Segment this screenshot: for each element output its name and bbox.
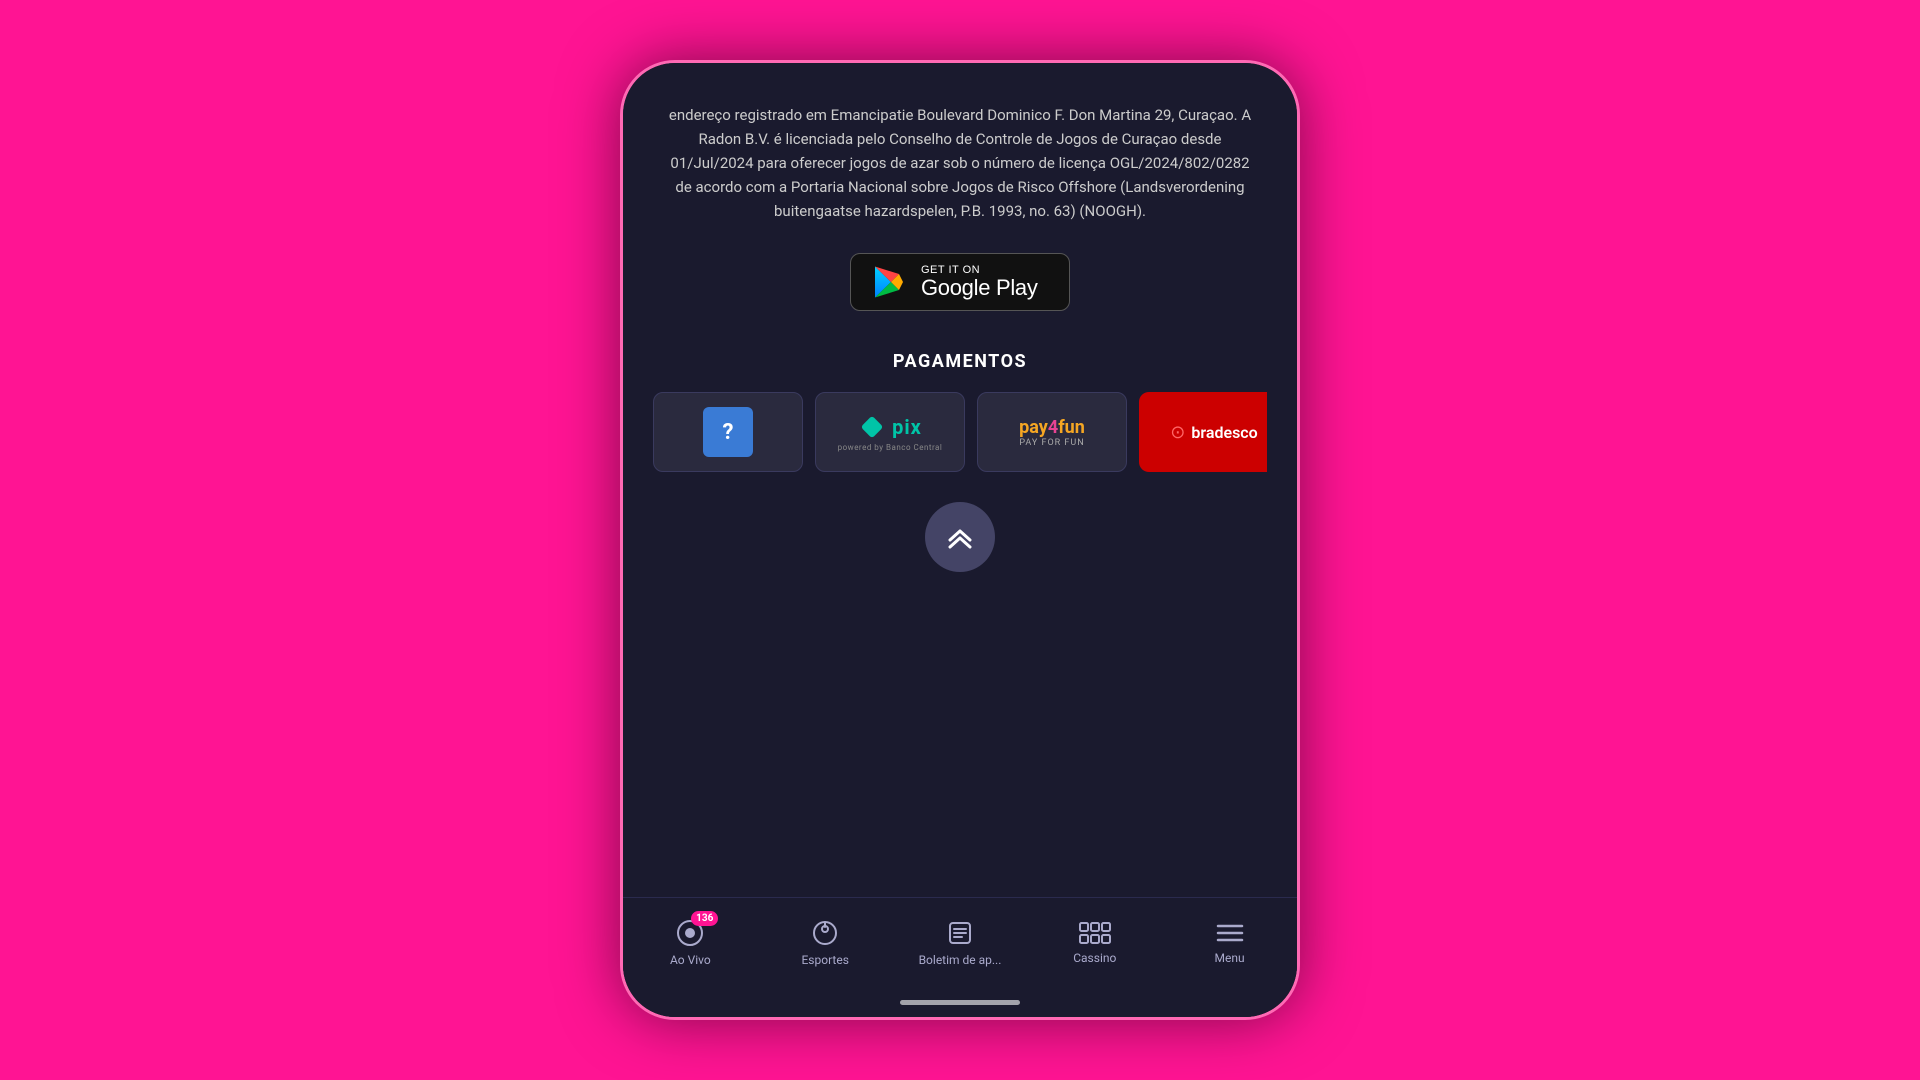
chevron-up-icon	[945, 524, 975, 550]
pix-subtitle: powered by Banco Central	[838, 443, 943, 452]
nav-item-boletim[interactable]: Boletim de ap...	[893, 919, 1028, 967]
play-text-block: GET IT ON Google Play	[921, 264, 1038, 300]
payment-card-unknown: ?	[653, 392, 803, 472]
payments-section: PAGAMENTOS ? pix p	[653, 351, 1267, 472]
pix-logo: pix powered by Banco Central	[838, 413, 943, 452]
nav-label-boletim: Boletim de ap...	[919, 953, 1002, 967]
nav-icon-wrapper-menu	[1216, 921, 1244, 945]
bradesco-icon: ⊙	[1170, 422, 1185, 443]
esportes-icon	[811, 919, 839, 947]
nav-item-ao-vivo[interactable]: 136 Ao Vivo	[623, 919, 758, 967]
google-play-icon	[871, 264, 907, 300]
cassino-icon	[1079, 921, 1111, 945]
payment-card-bradesco: ⊙ bradesco	[1139, 392, 1267, 472]
nav-label-ao-vivo: Ao Vivo	[670, 953, 711, 967]
nav-item-esportes[interactable]: Esportes	[758, 919, 893, 967]
nav-label-menu: Menu	[1215, 951, 1245, 965]
pay4fun-sublabel: PAY FOR FUN	[1019, 438, 1085, 448]
pay-part: pay	[1019, 417, 1048, 438]
pix-text: pix	[892, 415, 922, 439]
bottom-nav: 136 Ao Vivo Esportes	[623, 897, 1297, 992]
bradesco-logo: ⊙ bradesco	[1170, 422, 1257, 443]
nav-icon-wrapper-live: 136	[676, 919, 704, 947]
live-badge: 136	[691, 911, 718, 926]
nav-icon-wrapper-esportes	[811, 919, 839, 947]
pix-symbol: pix	[858, 413, 922, 441]
payment-card-pay4fun: pay4fun PAY FOR FUN	[977, 392, 1127, 472]
phone-frame: endereço registrado em Emancipatie Boule…	[620, 60, 1300, 1020]
menu-icon	[1216, 921, 1244, 945]
home-bar	[900, 1000, 1020, 1005]
nav-label-esportes: Esportes	[801, 953, 848, 967]
scroll-area: endereço registrado em Emancipatie Boule…	[623, 63, 1297, 897]
pix-icon	[858, 413, 886, 441]
google-play-button[interactable]: GET IT ON Google Play	[850, 253, 1070, 311]
phone-content: endereço registrado em Emancipatie Boule…	[623, 63, 1297, 1017]
nav-item-cassino[interactable]: Cassino	[1027, 921, 1162, 965]
scroll-top-button[interactable]	[925, 502, 995, 572]
google-play-label: Google Play	[921, 276, 1038, 300]
fun-part: fun	[1058, 417, 1085, 438]
boletim-icon	[946, 919, 974, 947]
nav-item-menu[interactable]: Menu	[1162, 921, 1297, 965]
unknown-payment-icon: ?	[703, 407, 753, 457]
nav-icon-wrapper-boletim	[946, 919, 974, 947]
home-indicator	[623, 992, 1297, 1017]
chevrons-up-svg	[945, 524, 975, 550]
pay4fun-logo: pay4fun PAY FOR FUN	[1019, 417, 1085, 448]
payment-cards: ? pix powered by Banco Central	[653, 392, 1267, 472]
legal-text: endereço registrado em Emancipatie Boule…	[653, 83, 1267, 253]
pay4fun-name: pay4fun	[1019, 417, 1085, 438]
payment-card-pix: pix powered by Banco Central	[815, 392, 965, 472]
num-part: 4	[1048, 417, 1058, 438]
bradesco-name: bradesco	[1191, 423, 1257, 442]
nav-icon-wrapper-cassino	[1079, 921, 1111, 945]
nav-label-cassino: Cassino	[1073, 951, 1116, 965]
payments-title: PAGAMENTOS	[893, 351, 1027, 372]
